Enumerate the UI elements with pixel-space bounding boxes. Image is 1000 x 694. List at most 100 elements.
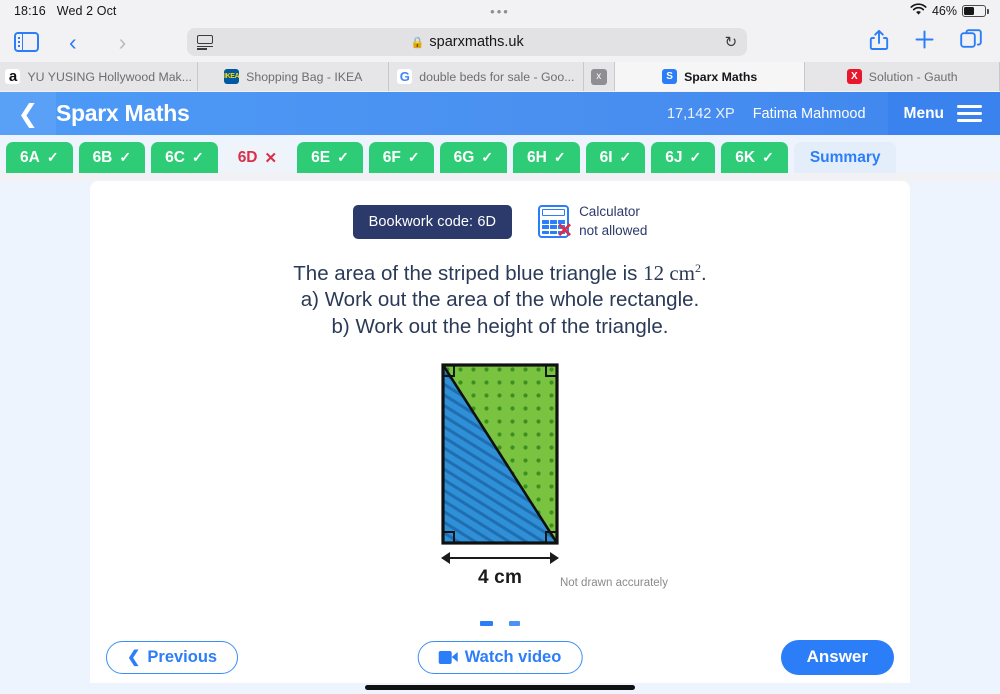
question-tab-6i[interactable]: 6I ✓	[585, 142, 646, 173]
browser-tab-title: YU YUSING Hollywood Mak...	[27, 69, 192, 84]
bookwork-code-badge: Bookwork code: 6D	[352, 204, 513, 239]
cross-icon: ✕	[264, 149, 278, 167]
question-tab-label: 6G	[453, 148, 475, 166]
question-line-1: The area of the striped blue triangle is…	[90, 260, 910, 287]
share-icon[interactable]	[869, 29, 889, 56]
prompt-text-b: .	[701, 262, 707, 286]
check-icon: ✓	[689, 149, 702, 165]
browser-tab-gauth[interactable]: X Solution - Gauth	[805, 62, 1000, 91]
question-tab-6a[interactable]: 6A ✓	[6, 142, 73, 173]
previous-label: Previous	[147, 647, 218, 666]
question-part-a: a) Work out the area of the whole rectan…	[300, 288, 700, 312]
check-icon: ✓	[481, 149, 494, 165]
question-tab-6d[interactable]: 6D ✕	[223, 142, 292, 173]
app-brand-title: Sparx Maths	[56, 100, 190, 126]
question-tab-6f[interactable]: 6F ✓	[368, 142, 434, 173]
nav-controls: ‹ ›	[14, 30, 127, 54]
gauth-icon: X	[846, 69, 862, 84]
check-icon: ✓	[762, 149, 774, 165]
question-tab-label: 6A	[20, 148, 40, 166]
question-tab-label: 6F	[382, 148, 401, 166]
sidebar-toggle-icon[interactable]	[14, 32, 39, 52]
hamburger-icon	[957, 101, 982, 126]
question-tab-6g[interactable]: 6G ✓	[439, 142, 508, 173]
ios-home-indicator[interactable]	[365, 685, 635, 690]
question-tab-label: 6H	[527, 148, 547, 166]
question-card: Bookwork code: 6D ✕ Calculator not allow…	[90, 181, 910, 631]
browser-tab-google[interactable]: G double beds for sale - Goo...	[389, 62, 584, 91]
question-part-b: b) Work out the height of the triangle.	[331, 314, 669, 338]
ios-status-bar: 18:16 Wed 2 Oct ••• 46%	[0, 0, 1000, 22]
url-display: 🔒 sparxmaths.uk	[187, 34, 747, 50]
browser-tab-sparx-maths[interactable]: S Sparx Maths	[614, 62, 806, 91]
status-date: Wed 2 Oct	[56, 4, 117, 18]
question-tab-label: 6C	[165, 148, 185, 166]
question-tab-6h[interactable]: 6H ✓	[513, 142, 580, 173]
ikea-icon: IKEA	[224, 69, 240, 84]
browser-tab-title: Sparx Maths	[684, 69, 758, 84]
multitask-dots-icon[interactable]: •••	[490, 5, 510, 18]
menu-button[interactable]: Menu	[887, 92, 1000, 135]
reload-icon[interactable]: ↻	[725, 33, 738, 51]
check-icon: ✓	[337, 149, 349, 165]
browser-tab-close-slot[interactable]: x	[583, 62, 615, 91]
page-gutter-left	[0, 181, 90, 683]
google-icon: G	[397, 69, 413, 84]
question-tab-label: 6J	[665, 148, 683, 166]
question-tab-6e[interactable]: 6E ✓	[297, 142, 363, 173]
red-cross-icon: ✕	[556, 220, 574, 243]
question-tab-strip: 6A ✓ 6B ✓ 6C ✓ 6D ✕ 6E ✓ 6F ✓ 6G ✓ 6H ✓	[0, 135, 1000, 173]
watch-video-label: Watch video	[464, 647, 562, 666]
close-x-icon[interactable]: x	[590, 68, 607, 85]
question-tab-summary[interactable]: Summary	[793, 142, 897, 173]
tab-overview-icon[interactable]	[960, 29, 982, 55]
toolbar-right-actions	[869, 29, 986, 56]
not-drawn-accurately-note: Not drawn accurately	[559, 576, 668, 589]
previous-button[interactable]: ❮ Previous	[106, 640, 239, 674]
question-tab-label: 6B	[92, 148, 113, 166]
back-button[interactable]: ‹	[69, 30, 77, 54]
browser-tab-strip: a YU YUSING Hollywood Mak... IKEA Shoppi…	[0, 62, 1000, 91]
reader-view-icon[interactable]	[197, 35, 214, 50]
forward-button[interactable]: ›	[119, 30, 127, 54]
rectangle-figure	[441, 363, 559, 545]
check-icon: ✓	[553, 149, 566, 165]
browser-tab-title: Solution - Gauth	[868, 69, 958, 84]
check-icon: ✓	[407, 149, 420, 165]
xp-total: 17,142 XP	[666, 105, 735, 122]
calculator-not-allowed: ✕ Calculator not allowed	[538, 203, 648, 243]
dimension-line	[443, 556, 557, 559]
question-footer-bar: ❮ Previous Watch video Answer	[90, 631, 910, 683]
prompt-text-a: The area of the striped blue triangle is	[293, 262, 644, 286]
clipped-content-below	[385, 620, 615, 626]
question-tab-6j[interactable]: 6J ✓	[651, 142, 716, 173]
question-tab-6b[interactable]: 6B ✓	[78, 142, 146, 173]
lock-icon: 🔒	[410, 36, 425, 49]
answer-button[interactable]: Answer	[780, 639, 894, 675]
amazon-icon: a	[5, 69, 21, 84]
menu-label: Menu	[903, 104, 944, 122]
status-right-cluster: 46%	[910, 3, 989, 19]
watch-video-button[interactable]: Watch video	[417, 640, 583, 674]
battery-icon	[962, 5, 989, 17]
app-back-button[interactable]: ❮	[0, 92, 56, 135]
browser-tab-ikea[interactable]: IKEA Shopping Bag - IKEA	[198, 62, 390, 91]
url-text: sparxmaths.uk	[429, 34, 524, 50]
sparx-icon: S	[662, 69, 678, 84]
calculator-line-2: not allowed	[579, 222, 648, 238]
address-bar[interactable]: 🔒 sparxmaths.uk ↻	[187, 28, 748, 56]
video-camera-icon	[438, 650, 458, 664]
question-tab-6c[interactable]: 6C ✓	[151, 142, 218, 173]
geometry-diagram: 4 cm Not drawn accurately	[385, 363, 668, 626]
arrow-right-icon	[550, 551, 559, 564]
calculator-line-1: Calculator	[579, 204, 640, 219]
check-icon: ✓	[191, 149, 204, 165]
browser-tab-amazon[interactable]: a YU YUSING Hollywood Mak...	[0, 62, 199, 91]
question-tab-6k[interactable]: 6K ✓	[721, 142, 788, 173]
battery-percent: 46%	[931, 4, 957, 18]
wifi-icon	[910, 3, 927, 19]
user-name: Fatima Mahmood	[752, 105, 866, 122]
app-header-right: 17,142 XP Fatima Mahmood Menu	[667, 92, 1000, 135]
new-tab-icon[interactable]	[914, 29, 935, 55]
check-icon: ✓	[119, 149, 132, 165]
